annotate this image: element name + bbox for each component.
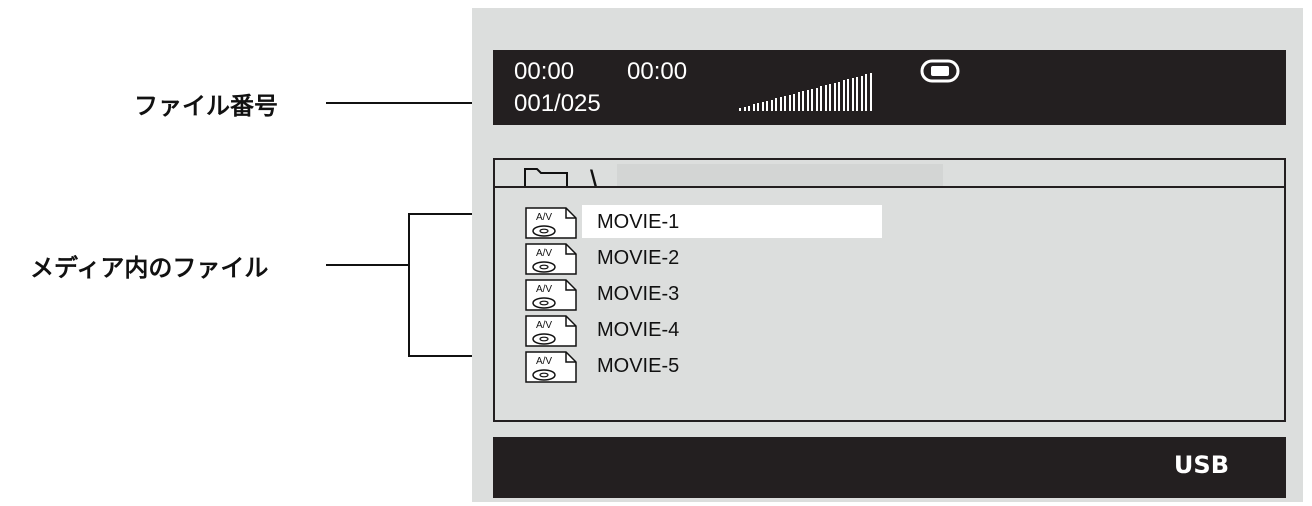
volume-bar bbox=[761, 102, 764, 111]
volume-bar bbox=[847, 79, 849, 111]
av-icon-text: A/V bbox=[536, 248, 552, 259]
av-icon-text: A/V bbox=[536, 356, 552, 367]
file-list-item[interactable]: A/V MOVIE-1 bbox=[525, 205, 885, 241]
file-list-item[interactable]: A/V MOVIE-3 bbox=[525, 277, 885, 313]
volume-bar bbox=[869, 73, 872, 111]
volume-bar bbox=[833, 82, 836, 111]
file-counter: 001/025 bbox=[514, 90, 601, 117]
volume-bar bbox=[797, 92, 800, 111]
volume-bar bbox=[775, 98, 777, 111]
callout-bracket-vertical bbox=[408, 213, 410, 357]
volume-bar bbox=[779, 97, 782, 111]
volume-bar bbox=[820, 86, 822, 111]
av-file-icon: A/V bbox=[525, 315, 577, 347]
av-file-icon: A/V bbox=[525, 351, 577, 383]
file-name: MOVIE-1 bbox=[597, 211, 680, 233]
volume-bar bbox=[739, 108, 741, 111]
volume-bar bbox=[860, 75, 863, 111]
av-icon-text: A/V bbox=[536, 284, 552, 295]
disc-icon bbox=[920, 59, 960, 83]
av-file-icon: A/V bbox=[525, 243, 577, 275]
volume-bar bbox=[829, 84, 831, 111]
volume-bar bbox=[748, 105, 750, 111]
volume-bar bbox=[851, 78, 854, 111]
file-list-item[interactable]: A/V MOVIE-2 bbox=[525, 241, 885, 277]
volume-bar bbox=[811, 88, 813, 111]
callout-media-files-line bbox=[326, 264, 410, 266]
av-file-icon: A/V bbox=[525, 279, 577, 311]
source-label: USB bbox=[1173, 451, 1229, 479]
volume-bar bbox=[784, 96, 786, 111]
volume-bar bbox=[838, 81, 840, 111]
volume-bar bbox=[842, 80, 845, 111]
av-file-icon: A/V bbox=[525, 207, 577, 239]
file-list-item[interactable]: A/V MOVIE-4 bbox=[525, 313, 885, 349]
volume-bar bbox=[770, 99, 773, 111]
volume-bar bbox=[865, 74, 867, 111]
source-bar: USB bbox=[493, 437, 1286, 498]
player-screen: 00:00 00:00 001/025 \ A/V MOVIE-1 A/V MOVIE… bbox=[472, 8, 1303, 502]
file-list: A/V MOVIE-1 A/V MOVIE-2 A/V MOVIE-3 A/V MOVIE-4… bbox=[493, 186, 1286, 422]
file-name: MOVIE-2 bbox=[597, 247, 680, 269]
file-list-item[interactable]: A/V MOVIE-5 bbox=[525, 349, 885, 385]
total-time: 00:00 bbox=[627, 58, 688, 85]
volume-bar bbox=[856, 76, 858, 111]
volume-bar bbox=[815, 87, 818, 111]
av-icon-text: A/V bbox=[536, 212, 552, 223]
volume-bar bbox=[802, 91, 804, 111]
elapsed-time: 00:00 bbox=[514, 58, 575, 85]
volume-bar bbox=[793, 93, 795, 111]
volume-bar bbox=[806, 90, 809, 111]
volume-bar bbox=[757, 103, 759, 111]
volume-bar bbox=[743, 106, 746, 111]
volume-bar bbox=[766, 100, 768, 111]
volume-bar bbox=[752, 104, 755, 111]
file-name: MOVIE-3 bbox=[597, 283, 680, 305]
callout-media-files-label: メディア内のファイル bbox=[30, 254, 269, 282]
volume-bars-icon bbox=[739, 71, 874, 111]
file-name: MOVIE-4 bbox=[597, 319, 680, 341]
status-bar: 00:00 00:00 001/025 bbox=[493, 50, 1286, 125]
volume-bar bbox=[788, 94, 791, 111]
av-icon-text: A/V bbox=[536, 320, 552, 331]
volume-bar bbox=[824, 85, 827, 111]
file-name: MOVIE-5 bbox=[597, 355, 680, 377]
callout-file-number-label: ファイル番号 bbox=[134, 92, 278, 120]
